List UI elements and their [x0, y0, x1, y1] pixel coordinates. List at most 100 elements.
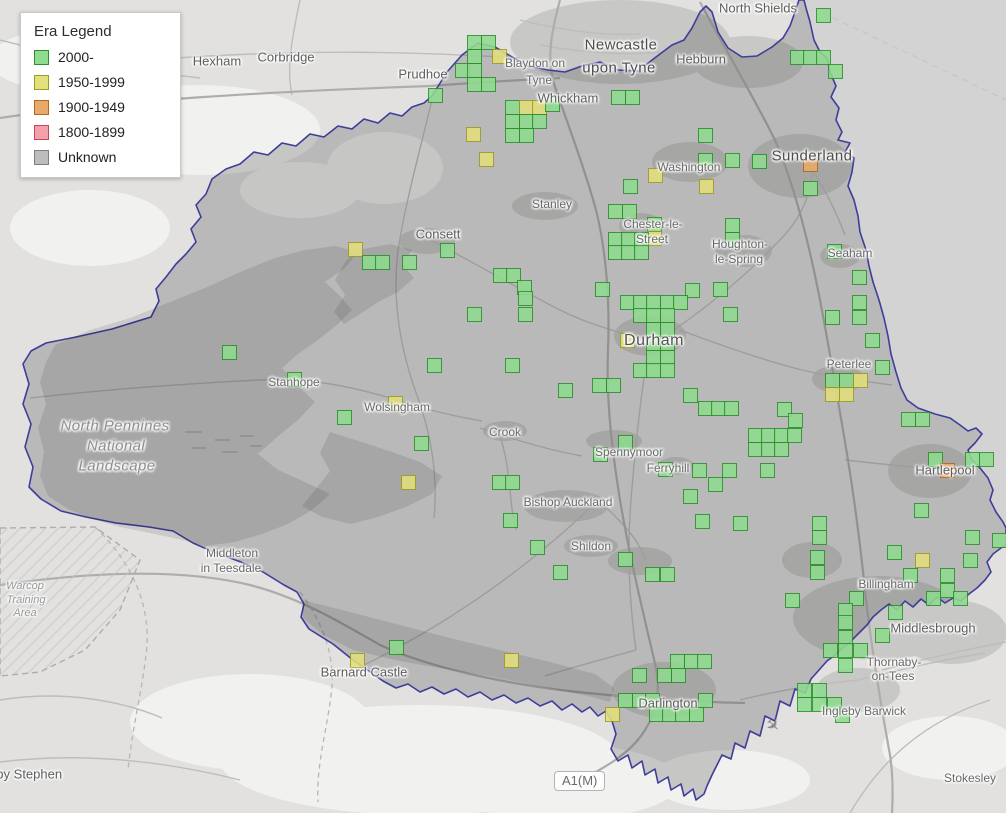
era-square[interactable] — [725, 232, 740, 247]
era-square[interactable] — [414, 436, 429, 451]
era-square[interactable] — [606, 378, 621, 393]
era-square[interactable] — [698, 128, 713, 143]
era-square[interactable] — [673, 295, 688, 310]
era-square[interactable] — [825, 373, 840, 388]
era-square[interactable] — [658, 462, 673, 477]
era-square[interactable] — [375, 255, 390, 270]
era-square[interactable] — [803, 157, 818, 172]
era-square[interactable] — [440, 243, 455, 258]
era-square[interactable] — [608, 204, 623, 219]
era-square[interactable] — [530, 540, 545, 555]
era-square[interactable] — [467, 35, 482, 50]
era-square[interactable] — [618, 435, 633, 450]
era-square[interactable] — [965, 452, 980, 467]
era-square[interactable] — [723, 307, 738, 322]
era-square[interactable] — [724, 401, 739, 416]
era-square[interactable] — [518, 307, 533, 322]
era-square[interactable] — [828, 64, 843, 79]
era-square[interactable] — [810, 550, 825, 565]
era-square[interactable] — [645, 567, 660, 582]
era-square[interactable] — [646, 308, 661, 323]
era-square[interactable] — [519, 128, 534, 143]
era-square[interactable] — [725, 153, 740, 168]
era-square[interactable] — [816, 50, 831, 65]
era-square[interactable] — [645, 693, 660, 708]
era-square[interactable] — [823, 643, 838, 658]
era-square[interactable] — [838, 658, 853, 673]
era-square[interactable] — [427, 358, 442, 373]
era-square[interactable] — [467, 307, 482, 322]
era-square[interactable] — [733, 516, 748, 531]
era-square[interactable] — [481, 35, 496, 50]
era-square[interactable] — [852, 295, 867, 310]
era-square[interactable] — [683, 388, 698, 403]
era-square[interactable] — [838, 643, 853, 658]
era-square[interactable] — [692, 463, 707, 478]
era-square[interactable] — [618, 552, 633, 567]
era-square[interactable] — [350, 653, 365, 668]
era-square[interactable] — [875, 360, 890, 375]
era-square[interactable] — [708, 477, 723, 492]
era-square[interactable] — [558, 383, 573, 398]
era-square[interactable] — [625, 90, 640, 105]
era-square[interactable] — [593, 447, 608, 462]
era-square[interactable] — [481, 77, 496, 92]
era-square[interactable] — [505, 358, 520, 373]
era-square[interactable] — [852, 270, 867, 285]
era-square[interactable] — [467, 63, 482, 78]
era-square[interactable] — [611, 90, 626, 105]
era-square[interactable] — [657, 668, 672, 683]
era-square[interactable] — [634, 245, 649, 260]
era-square[interactable] — [592, 378, 607, 393]
era-square[interactable] — [722, 463, 737, 478]
era-square[interactable] — [348, 242, 363, 257]
era-square[interactable] — [827, 244, 842, 259]
era-square[interactable] — [787, 428, 802, 443]
era-square[interactable] — [647, 231, 662, 246]
era-square[interactable] — [595, 282, 610, 297]
era-square[interactable] — [646, 336, 661, 351]
era-square[interactable] — [660, 308, 675, 323]
era-square[interactable] — [623, 179, 638, 194]
era-square[interactable] — [479, 152, 494, 167]
era-square[interactable] — [940, 463, 955, 478]
era-square[interactable] — [788, 413, 803, 428]
era-square[interactable] — [503, 513, 518, 528]
era-square[interactable] — [853, 643, 868, 658]
era-square[interactable] — [388, 396, 403, 411]
era-square[interactable] — [839, 387, 854, 402]
era-square[interactable] — [752, 154, 767, 169]
era-square[interactable] — [698, 153, 713, 168]
era-square[interactable] — [963, 553, 978, 568]
era-square[interactable] — [865, 333, 880, 348]
era-square[interactable] — [940, 568, 955, 583]
era-square[interactable] — [797, 697, 812, 712]
era-square[interactable] — [992, 533, 1006, 548]
era-square[interactable] — [839, 373, 854, 388]
era-square[interactable] — [646, 322, 661, 337]
era-square[interactable] — [401, 475, 416, 490]
era-square[interactable] — [888, 605, 903, 620]
era-square[interactable] — [810, 565, 825, 580]
era-square[interactable] — [697, 654, 712, 669]
era-square[interactable] — [605, 707, 620, 722]
era-square[interactable] — [646, 363, 661, 378]
era-square[interactable] — [660, 336, 675, 351]
era-square[interactable] — [901, 412, 916, 427]
era-square[interactable] — [222, 345, 237, 360]
era-square[interactable] — [632, 668, 647, 683]
era-square[interactable] — [903, 568, 918, 583]
era-square[interactable] — [827, 697, 842, 712]
era-square[interactable] — [618, 693, 633, 708]
era-square[interactable] — [467, 77, 482, 92]
era-square[interactable] — [838, 615, 853, 630]
era-square[interactable] — [875, 628, 890, 643]
era-square[interactable] — [812, 516, 827, 531]
era-square[interactable] — [647, 217, 662, 232]
era-square[interactable] — [287, 372, 302, 387]
era-square[interactable] — [660, 322, 675, 337]
era-square[interactable] — [492, 49, 507, 64]
era-square[interactable] — [699, 179, 714, 194]
era-square[interactable] — [683, 489, 698, 504]
era-square[interactable] — [803, 181, 818, 196]
